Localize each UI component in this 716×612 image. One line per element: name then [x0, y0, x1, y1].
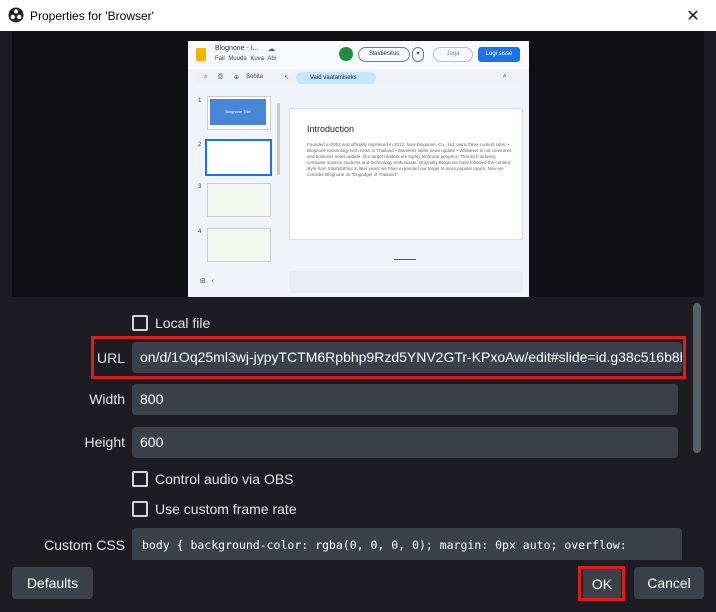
cancel-button[interactable]: Cancel [634, 567, 704, 599]
url-highlight-box [91, 336, 686, 379]
ok-highlight-box [578, 566, 625, 601]
width-spinbox[interactable]: 800 ⌃ ⌄ [132, 384, 678, 415]
control-audio-checkbox-row[interactable]: Control audio via OBS [132, 471, 294, 487]
preview-thumb-scrollbar [277, 103, 280, 175]
preview-menus: Fail Muuda Kuva Abi [215, 56, 277, 62]
preview-cursor-icon: ↖ [284, 75, 290, 81]
slide-thumbnail [207, 183, 271, 217]
local-file-checkbox[interactable] [132, 315, 148, 331]
preview-avatar [339, 47, 353, 61]
title-bar: Properties for 'Browser' ✕ [0, 0, 716, 31]
preview-zoom-label: Sobita [246, 74, 264, 80]
slide-number: 4 [198, 229, 202, 235]
preview-toolbar: ⌕ ⎙ ⊕ Sobita ↖ Vaid vaatamiseks ˄ [196, 71, 519, 85]
defaults-button[interactable]: Defaults [12, 567, 93, 599]
preview-header: Blognone - I... ☁ Fail Muuda Kuva Abi Sl… [188, 41, 529, 69]
preview-notes-divider [394, 259, 416, 260]
preview-login-button: Logi sisse [478, 47, 520, 62]
slide-thumbnail: Blognone Title [207, 96, 271, 130]
slide-number: 2 [198, 142, 202, 148]
height-value: 600 [140, 434, 164, 450]
control-audio-checkbox[interactable] [132, 471, 148, 487]
window-title: Properties for 'Browser' [30, 9, 154, 23]
control-audio-label: Control audio via OBS [155, 471, 294, 487]
preview-doc-title: Blognone - I... [215, 45, 259, 52]
browser-preview: Blognone - I... ☁ Fail Muuda Kuva Abi Sl… [188, 41, 529, 297]
preview-slide-text: Founded in 2004 and officially registere… [307, 142, 512, 177]
preview-share-button: Jaga [433, 47, 473, 62]
close-button[interactable]: ✕ [670, 0, 716, 31]
preview-slideshow-dropdown: ▾ [412, 47, 424, 62]
local-file-checkbox-row[interactable]: Local file [132, 315, 210, 331]
custom-frame-rate-label: Use custom frame rate [155, 501, 297, 517]
height-label: Height [84, 434, 125, 450]
local-file-label: Local file [155, 315, 211, 331]
preview-slideshow-button: Slaidiesitus [358, 47, 410, 62]
preview-slide-title: Introduction [307, 124, 355, 134]
preview-view-mode: Vaid vaatamiseks [296, 72, 376, 84]
close-icon: ✕ [686, 7, 700, 25]
custom-frame-rate-checkbox-row[interactable]: Use custom frame rate [132, 501, 297, 517]
slide-thumbnail-selected [205, 139, 272, 176]
preview-print-icon: ⎙ [218, 74, 223, 80]
preview-zoom-icon: ⊕ [234, 75, 240, 81]
slide-number: 1 [198, 98, 202, 104]
height-spinbox[interactable]: 600 ⌃ ⌄ [132, 427, 678, 458]
preview-notes-bar [289, 271, 523, 293]
obs-icon [8, 7, 24, 23]
custom-css-editor[interactable]: body { background-color: rgba(0, 0, 0, 0… [132, 528, 682, 560]
preview-search-icon: ⌕ [204, 74, 208, 80]
cloud-icon: ☁ [268, 46, 275, 53]
slide-number: 3 [198, 184, 202, 190]
slide-thumbnail [207, 228, 271, 262]
slides-doc-icon [196, 48, 206, 61]
preview-slide: Introduction Founded in 2004 and officia… [289, 108, 523, 240]
width-value: 800 [140, 391, 164, 407]
slide-thumbnail-title: Blognone Title [210, 99, 266, 125]
preview-grid-icon: ⊞ ‹ [200, 278, 215, 285]
custom-frame-rate-checkbox[interactable] [132, 501, 148, 517]
form-scrollbar[interactable] [693, 303, 701, 453]
width-label: Width [89, 391, 125, 407]
preview-collapse-icon: ˄ [503, 74, 507, 80]
custom-css-label: Custom CSS [44, 537, 125, 553]
